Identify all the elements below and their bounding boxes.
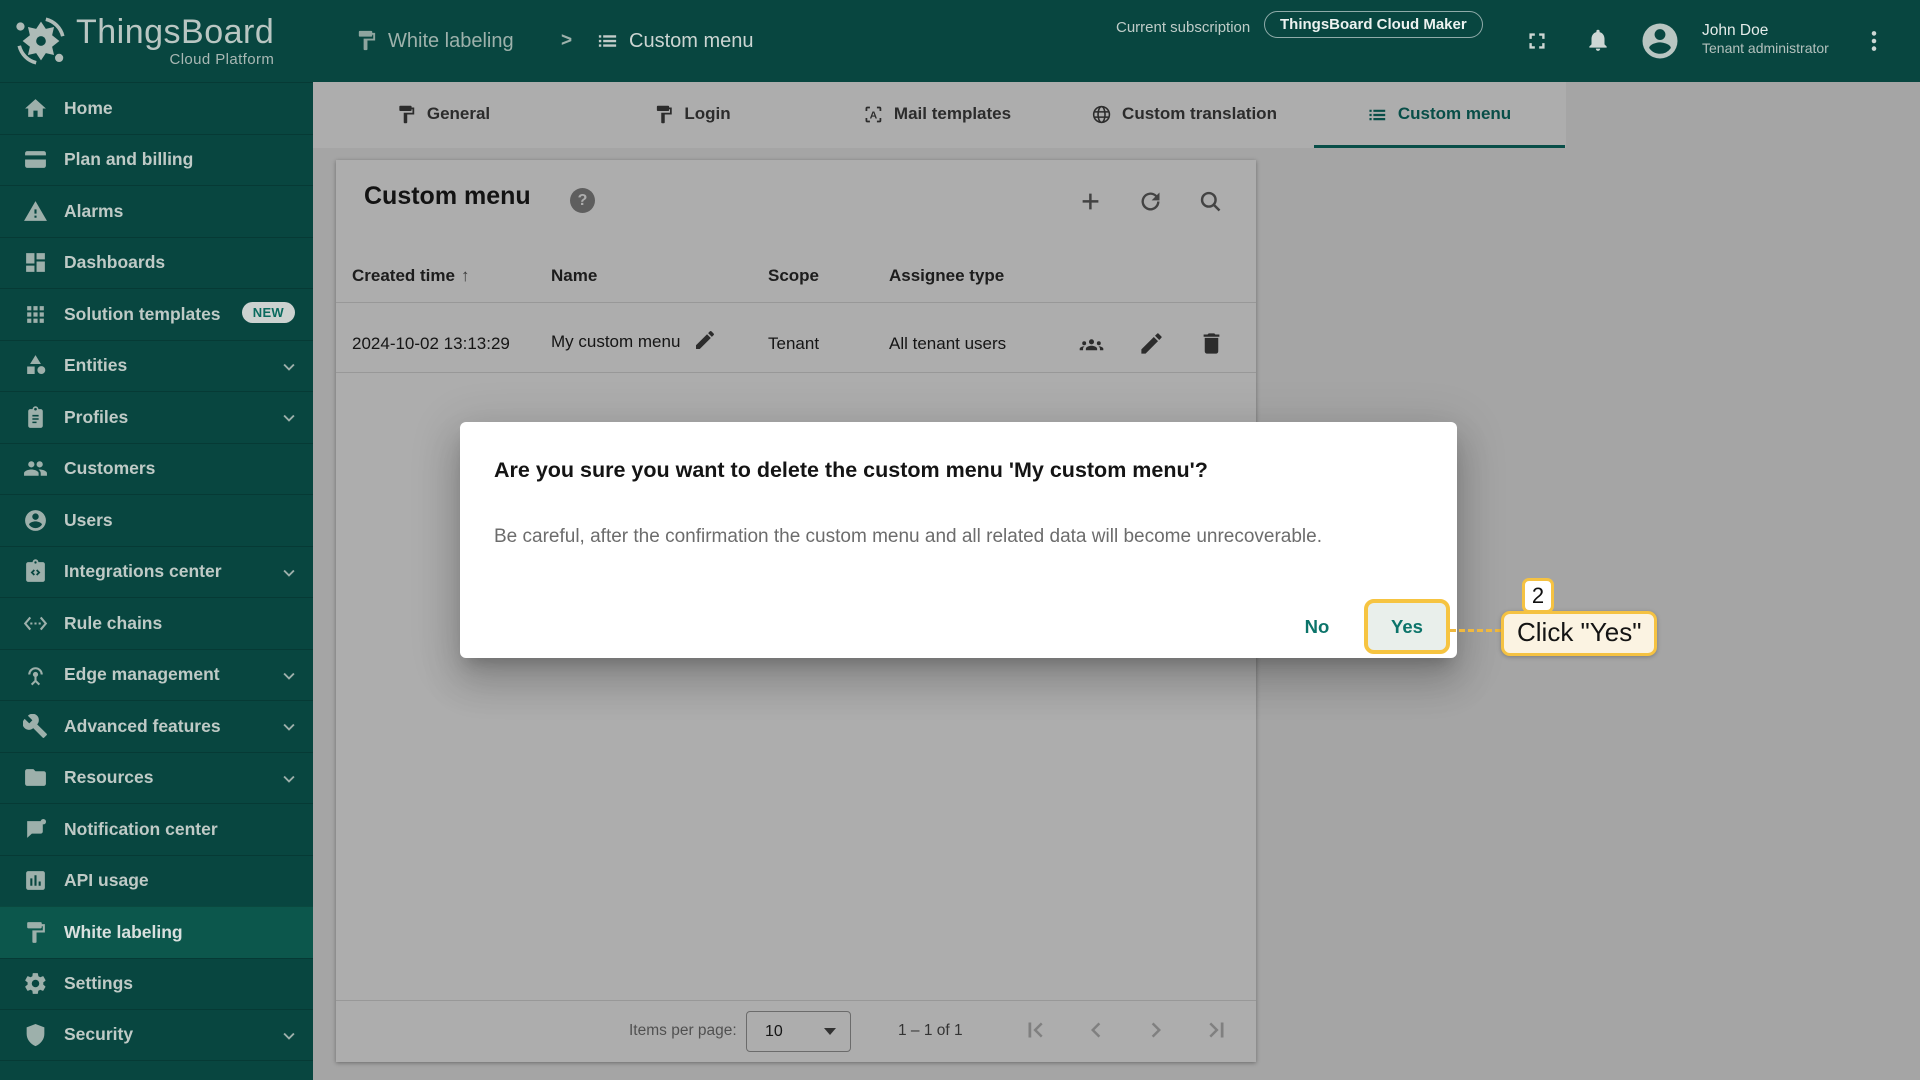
yes-button[interactable]: Yes — [1385, 615, 1429, 639]
dialog-message: Be careful, after the confirmation the c… — [494, 526, 1322, 548]
sidebar-item-api-usage[interactable]: API usage — [0, 855, 313, 907]
advanced-features-icon — [23, 714, 48, 739]
solution-templates-icon — [23, 302, 48, 327]
more-menu-icon[interactable] — [1861, 28, 1887, 54]
annotation-step-badge: 2 — [1522, 578, 1554, 613]
topbar: White labeling > Custom menu Current sub… — [313, 0, 1920, 82]
sidebar-item-plan-and-billing[interactable]: Plan and billing — [0, 134, 313, 186]
app-tagline: Cloud Platform — [169, 51, 274, 68]
plan-billing-icon — [23, 147, 48, 172]
rule-chains-icon — [23, 611, 48, 636]
white-labeling-icon — [23, 920, 48, 945]
app-title: ThingsBoard — [76, 14, 274, 50]
thingsboard-logo-icon — [12, 12, 70, 70]
sidebar-item-label: Settings — [64, 973, 133, 994]
customers-icon — [23, 456, 48, 481]
sidebar-item-label: API usage — [64, 870, 149, 891]
chevron-down-icon — [278, 716, 300, 738]
sidebar-item-advanced-features[interactable]: Advanced features — [0, 700, 313, 752]
sidebar-item-integrations-center[interactable]: Integrations center — [0, 546, 313, 598]
sidebar-item-notification-center[interactable]: Notification center — [0, 803, 313, 855]
profiles-icon — [23, 405, 48, 430]
chevron-down-icon — [278, 356, 300, 378]
notifications-bell-icon[interactable] — [1585, 27, 1611, 53]
sidebar-item-label: Dashboards — [64, 252, 165, 273]
sidebar-item-profiles[interactable]: Profiles — [0, 391, 313, 443]
sidebar-item-alarms[interactable]: Alarms — [0, 185, 313, 237]
sidebar-item-label: Solution templates — [64, 304, 221, 325]
sidebar-item-home[interactable]: Home — [0, 82, 313, 134]
home-icon — [23, 96, 48, 121]
sidebar-item-label: Security — [64, 1024, 133, 1045]
chevron-down-icon — [278, 665, 300, 687]
sidebar-item-label: Users — [64, 510, 113, 531]
sidebar-item-users[interactable]: Users — [0, 494, 313, 546]
sidebar-item-dashboards[interactable]: Dashboards — [0, 237, 313, 289]
sidebar-item-label: Notification center — [64, 819, 218, 840]
new-badge: NEW — [242, 302, 295, 323]
sidebar-item-label: Edge management — [64, 664, 220, 685]
breadcrumb-page: Custom menu — [629, 30, 754, 53]
breadcrumb-section[interactable]: White labeling — [388, 30, 514, 53]
chevron-down-icon — [278, 1025, 300, 1047]
white-labeling-icon — [355, 29, 378, 52]
annotation-connector — [1450, 629, 1501, 632]
sidebar-nav: Home Plan and billing Alarms Dashboards … — [0, 82, 313, 1061]
resources-icon — [23, 765, 48, 790]
sidebar-item-label: Alarms — [64, 201, 123, 222]
integrations-center-icon — [23, 559, 48, 584]
breadcrumb-separator: > — [561, 30, 572, 52]
no-button[interactable]: No — [1287, 607, 1347, 647]
user-info[interactable]: John Doe Tenant administrator — [1702, 22, 1829, 56]
dialog-title: Are you sure you want to delete the cust… — [494, 458, 1208, 483]
fullscreen-icon[interactable] — [1524, 28, 1550, 54]
sidebar-item-label: Rule chains — [64, 613, 162, 634]
sidebar-item-rule-chains[interactable]: Rule chains — [0, 597, 313, 649]
sidebar: ThingsBoard Cloud Platform Home Plan and… — [0, 0, 313, 1080]
screen: ThingsBoard Cloud Platform Home Plan and… — [0, 0, 1920, 1080]
sidebar-item-label: Resources — [64, 767, 154, 788]
sidebar-item-security[interactable]: Security — [0, 1009, 313, 1061]
sidebar-item-label: Profiles — [64, 407, 128, 428]
chevron-down-icon — [278, 407, 300, 429]
yes-button-highlight: Yes — [1364, 599, 1450, 654]
users-icon — [23, 508, 48, 533]
sidebar-item-entities[interactable]: Entities — [0, 340, 313, 392]
sidebar-item-label: Customers — [64, 458, 155, 479]
entities-icon — [23, 353, 48, 378]
edge-management-icon — [23, 662, 48, 687]
sidebar-item-customers[interactable]: Customers — [0, 443, 313, 495]
avatar[interactable] — [1639, 20, 1681, 62]
sidebar-item-label: White labeling — [64, 922, 183, 943]
user-name: John Doe — [1702, 22, 1829, 40]
settings-icon — [23, 971, 48, 996]
sidebar-item-label: Advanced features — [64, 716, 221, 737]
chevron-down-icon — [278, 768, 300, 790]
annotation-label: Click "Yes" — [1501, 611, 1657, 656]
alarms-icon — [23, 199, 48, 224]
sidebar-item-label: Integrations center — [64, 561, 222, 582]
sidebar-item-solution-templates[interactable]: Solution templates NEW — [0, 288, 313, 340]
notification-center-icon — [23, 817, 48, 842]
sidebar-item-white-labeling[interactable]: White labeling — [0, 906, 313, 958]
logo-text: ThingsBoard Cloud Platform — [76, 14, 274, 68]
subscription-plan-button[interactable]: ThingsBoard Cloud Maker — [1264, 11, 1483, 38]
delete-confirm-dialog: Are you sure you want to delete the cust… — [460, 422, 1457, 658]
subscription-label: Current subscription — [1116, 19, 1250, 36]
api-usage-icon — [23, 868, 48, 893]
user-role: Tenant administrator — [1702, 40, 1829, 56]
chevron-down-icon — [278, 562, 300, 584]
app-logo[interactable]: ThingsBoard Cloud Platform — [0, 0, 313, 82]
sidebar-item-resources[interactable]: Resources — [0, 752, 313, 804]
sidebar-item-label: Entities — [64, 355, 127, 376]
sidebar-item-label: Plan and billing — [64, 149, 193, 170]
security-icon — [23, 1022, 48, 1047]
custom-menu-icon — [596, 29, 619, 52]
sidebar-item-settings[interactable]: Settings — [0, 958, 313, 1010]
sidebar-item-label: Home — [64, 98, 113, 119]
dashboards-icon — [23, 250, 48, 275]
sidebar-item-edge-management[interactable]: Edge management — [0, 649, 313, 701]
